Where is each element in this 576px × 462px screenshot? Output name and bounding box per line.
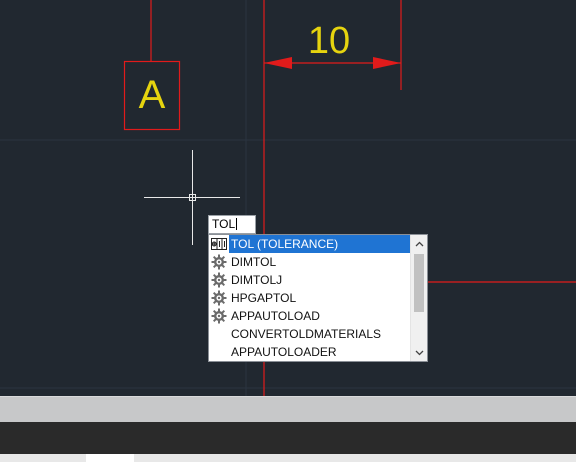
autocomplete-item-label: APPAUTOLOADER	[231, 345, 337, 359]
tag-balloon[interactable]: A	[123, 0, 181, 131]
autocomplete-item[interactable]: APPAUTOLOADER	[209, 343, 410, 361]
command-input-text: TOL	[212, 217, 236, 231]
autocomplete-item-label: HPGAPTOL	[231, 291, 297, 305]
scroll-thumb[interactable]	[414, 254, 424, 312]
gear-icon	[209, 253, 229, 271]
dimension-arrow-left	[264, 57, 292, 69]
autocomplete-item-label: APPAUTOLOAD	[231, 309, 320, 323]
autocomplete-item-label: DIMTOL	[231, 255, 277, 269]
dimension-arrow-right	[373, 57, 401, 69]
scroll-down-button[interactable]	[411, 344, 427, 361]
autocomplete-item[interactable]: TOL (TOLERANCE)	[209, 235, 410, 253]
text-caret	[236, 218, 238, 230]
chevron-down-icon	[415, 350, 423, 355]
autocomplete-item[interactable]: APPAUTOLOAD	[209, 307, 410, 325]
scroll-up-button[interactable]	[411, 235, 427, 252]
autocomplete-list[interactable]: TOL (TOLERANCE) DIMTOL DIMTOLJ HPGAPTOL APPA…	[208, 234, 428, 362]
command-input[interactable]: TOL	[208, 215, 256, 234]
gear-icon	[209, 271, 229, 289]
autocomplete-item[interactable]: DIMTOL	[209, 253, 410, 271]
gear-icon	[209, 289, 229, 307]
status-area	[0, 422, 576, 454]
autocomplete-item-label: DIMTOLJ	[231, 273, 283, 287]
tolerance-icon	[209, 235, 229, 253]
dimension-text: 10	[308, 20, 350, 62]
chevron-up-icon	[415, 241, 423, 246]
command-line-bar[interactable]	[0, 396, 576, 422]
autocomplete-items: TOL (TOLERANCE) DIMTOL DIMTOLJ HPGAPTOL APPA…	[209, 235, 410, 361]
blank-icon	[209, 325, 229, 343]
autocomplete-item[interactable]: HPGAPTOL	[209, 289, 410, 307]
autocomplete-item-label: CONVERTOLDMATERIALS	[231, 327, 382, 341]
autocomplete-item-label: TOL (TOLERANCE)	[229, 235, 410, 253]
autocomplete-item[interactable]: CONVERTOLDMATERIALS	[209, 325, 410, 343]
gear-icon	[209, 307, 229, 325]
blank-icon	[209, 343, 229, 361]
layout-tab[interactable]	[86, 454, 134, 462]
tag-text: A	[139, 73, 166, 117]
scrollbar[interactable]	[410, 235, 427, 361]
autocomplete-item[interactable]: DIMTOLJ	[209, 271, 410, 289]
